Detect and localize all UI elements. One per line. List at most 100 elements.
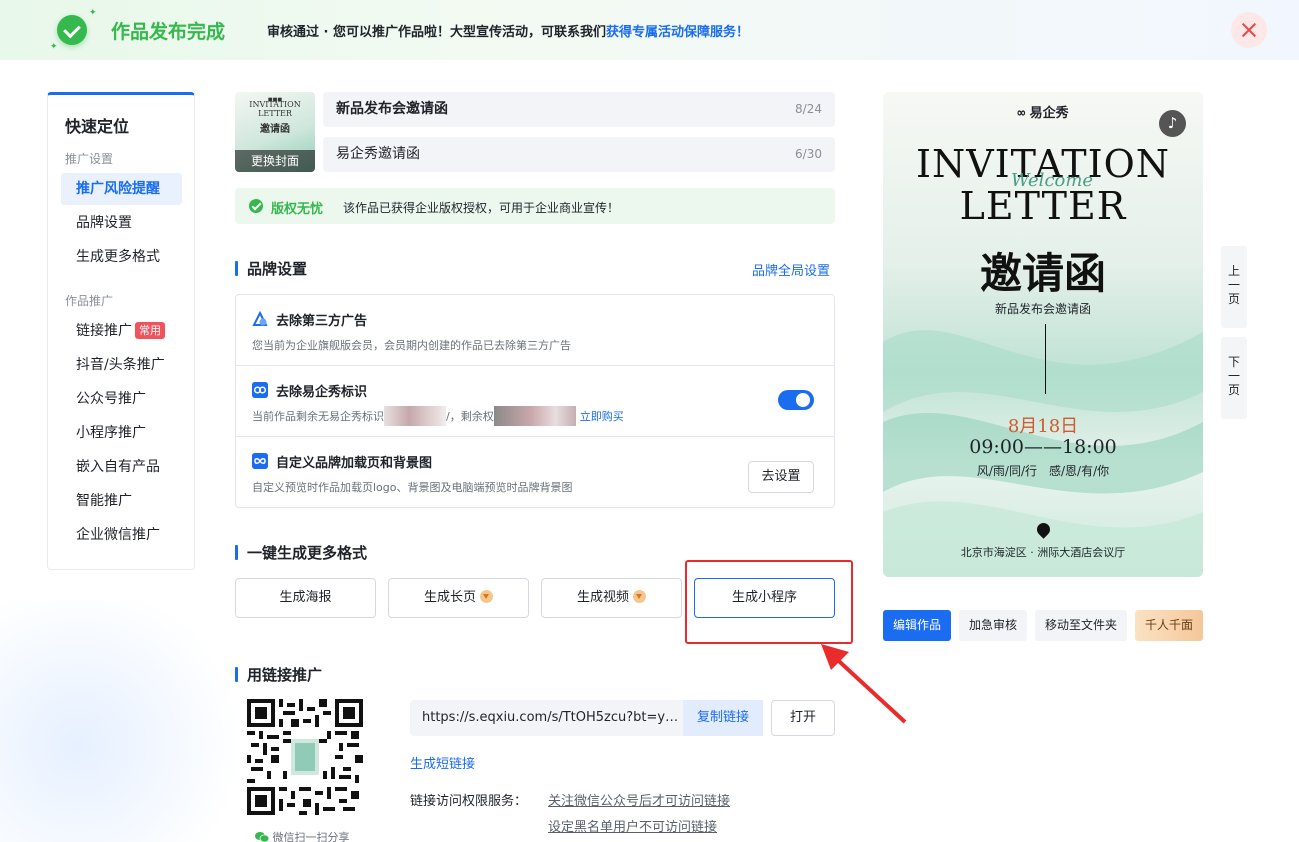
prev-char: 一 bbox=[1227, 278, 1240, 292]
preview-cn-title: 邀请函 bbox=[979, 249, 1106, 298]
generate-poster-button[interactable]: 生成海报 bbox=[235, 578, 376, 618]
redacted-block bbox=[384, 406, 446, 426]
common-tag-badge: 常用 bbox=[135, 322, 165, 339]
sidebar-item-embed[interactable]: 嵌入自有产品 bbox=[61, 451, 182, 483]
publish-success-banner: ✦ ✦ 作品发布完成 审核通过 · 您可以推广作品啦！大型宣传活动，可联系我们获… bbox=[0, 0, 1299, 60]
generate-short-link[interactable]: 生成短链接 bbox=[410, 753, 475, 772]
ad-block-icon bbox=[252, 311, 268, 327]
sidebar-title: 快速定位 bbox=[65, 117, 130, 136]
eqxiu-logo-icon: ∞ bbox=[1017, 106, 1026, 121]
sidebar-group-label: 推广设置 bbox=[65, 152, 114, 166]
link-promo-section-title: 用链接推广 bbox=[235, 664, 322, 685]
preview-words: 风/雨/同/行 感/恩/有/你 bbox=[976, 464, 1110, 478]
buy-now-link[interactable]: 立即购买 bbox=[580, 410, 624, 423]
success-check-icon bbox=[57, 15, 87, 45]
work-title-value: 新品发布会邀请函 bbox=[336, 101, 448, 117]
open-link-button[interactable]: 打开 bbox=[771, 700, 835, 736]
logo-mark-icon bbox=[252, 382, 268, 398]
blacklist-permission-link[interactable]: 设定黑名单用户不可访问链接 bbox=[548, 816, 717, 835]
preview-date: 8月18日 bbox=[1007, 416, 1079, 437]
generate-video-label: 生成视频 bbox=[576, 590, 629, 605]
next-char: 下 bbox=[1227, 355, 1240, 369]
sparkle-icon: ✦ bbox=[89, 8, 97, 18]
share-url-value: https://s.eqxiu.com/s/TtOH5zcu?bt=yxy&ei… bbox=[422, 710, 680, 725]
remove-logo-row: 去除易企秀标识 当前作品剩余无易企秀标识 /，剩余权 立即购买 bbox=[236, 366, 834, 437]
share-url-field[interactable]: https://s.eqxiu.com/s/TtOH5zcu?bt=yxy&ei… bbox=[410, 700, 763, 736]
sidebar-item-douyin[interactable]: 抖音/头条推广 bbox=[61, 349, 182, 381]
preview-logo-text: 易企秀 bbox=[1029, 106, 1069, 121]
copyright-title: 版权无忧 bbox=[271, 202, 324, 217]
remove-ads-title: 去除第三方广告 bbox=[276, 314, 368, 329]
work-desc-input[interactable]: 易企秀邀请函 6/30 bbox=[323, 137, 835, 172]
vip-diamond-icon bbox=[633, 590, 646, 603]
copyright-notice: 版权无忧 该作品已获得企业版权授权，可用于企业商业宣传！ bbox=[235, 188, 835, 224]
follow-wechat-permission-link[interactable]: 关注微信公众号后才可访问链接 bbox=[548, 790, 730, 809]
prev-page-button[interactable]: 上一页 bbox=[1221, 246, 1247, 328]
next-char: 页 bbox=[1227, 383, 1240, 397]
preview-time: 09:00——18:00 bbox=[969, 436, 1117, 458]
cover-title-1: INVITATION bbox=[249, 100, 301, 109]
sidebar-item-wechat-official[interactable]: 公众号推广 bbox=[61, 383, 182, 415]
sidebar-item-formats[interactable]: 生成更多格式 bbox=[61, 241, 182, 273]
personalize-button[interactable]: 千人千面 bbox=[1135, 610, 1203, 641]
remove-logo-desc-a: 当前作品剩余无易企秀标识 bbox=[252, 410, 384, 423]
preview-title-line2: LETTER bbox=[959, 184, 1127, 228]
work-preview[interactable]: ∞ 易企秀 ♪ INVITATION Welcome LETTER 邀请函 新品… bbox=[883, 92, 1203, 577]
preview-address: 北京市海淀区 · 洲际大酒店会议厅 bbox=[960, 546, 1126, 559]
next-page-button[interactable]: 下一页 bbox=[1221, 337, 1247, 419]
custom-loading-desc: 自定义预览时作品加载页logo、背景图及电脑端预览时品牌背景图 bbox=[252, 481, 573, 494]
cover-thumbnail[interactable]: ■■■ INVITATION LETTER 邀请函 更换封面 bbox=[235, 92, 315, 172]
remove-logo-title: 去除易企秀标识 bbox=[276, 385, 368, 400]
expedite-review-button[interactable]: 加急审核 bbox=[959, 610, 1027, 641]
sidebar-item-link-promo[interactable]: 链接推广 常用 bbox=[61, 315, 182, 347]
close-icon[interactable] bbox=[1231, 12, 1267, 48]
remove-logo-toggle[interactable] bbox=[778, 390, 814, 410]
go-setup-button[interactable]: 去设置 bbox=[748, 461, 814, 493]
copyright-text: 该作品已获得企业版权授权，可用于企业商业宣传！ bbox=[343, 201, 620, 215]
change-cover-button[interactable]: 更换封面 bbox=[235, 150, 315, 172]
check-circle-icon bbox=[249, 199, 263, 213]
custom-loading-row: 自定义品牌加载页和背景图 自定义预览时作品加载页logo、背景图及电脑端预览时品… bbox=[236, 437, 834, 508]
preview-divider bbox=[1045, 324, 1046, 394]
wechat-icon bbox=[255, 832, 269, 842]
title-char-count: 8/24 bbox=[795, 102, 822, 116]
sidebar-item-smart[interactable]: 智能推广 bbox=[61, 485, 182, 517]
sidebar-item-brand[interactable]: 品牌设置 bbox=[61, 207, 182, 239]
brand-settings-box: 去除第三方广告 您当前为企业旗舰版会员，会员期内创建的作品已去除第三方广告 去除… bbox=[235, 294, 835, 508]
edit-work-button[interactable]: 编辑作品 bbox=[883, 610, 951, 641]
cover-title-2: LETTER bbox=[258, 109, 292, 118]
remove-logo-desc: 当前作品剩余无易企秀标识 /，剩余权 立即购买 bbox=[252, 406, 624, 426]
sidebar-item-wecom[interactable]: 企业微信推广 bbox=[61, 519, 182, 551]
preview-subtitle: 新品发布会邀请函 bbox=[994, 302, 1091, 316]
qr-code bbox=[247, 699, 363, 815]
banner-message: 审核通过 · 您可以推广作品啦！大型宣传活动，可联系我们获得专属活动保障服务！ bbox=[267, 21, 749, 40]
sidebar-item-mini-program[interactable]: 小程序推广 bbox=[61, 417, 182, 449]
copy-link-button[interactable]: 复制链接 bbox=[683, 700, 763, 736]
generate-longpage-button[interactable]: 生成长页 bbox=[388, 578, 529, 618]
loop-icon bbox=[252, 453, 268, 469]
sidebar-item-label: 链接推广 bbox=[76, 323, 132, 339]
work-title-input[interactable]: 新品发布会邀请函 8/24 bbox=[323, 92, 835, 127]
banner-title: 作品发布完成 bbox=[111, 21, 226, 43]
brand-global-settings-link[interactable]: 品牌全局设置 bbox=[752, 260, 830, 279]
generate-longpage-label: 生成长页 bbox=[423, 590, 476, 605]
sidebar-group-label: 作品推广 bbox=[65, 294, 114, 308]
move-to-folder-button[interactable]: 移动至文件夹 bbox=[1035, 610, 1127, 641]
banner-message-text: 审核通过 · 您可以推广作品啦！大型宣传活动，可联系我们 bbox=[267, 25, 606, 40]
vip-diamond-icon bbox=[480, 590, 493, 603]
prev-char: 页 bbox=[1227, 292, 1240, 306]
highlight-box bbox=[685, 560, 853, 644]
qr-share-caption: 微信扫一扫分享 bbox=[255, 829, 350, 842]
generate-video-button[interactable]: 生成视频 bbox=[541, 578, 682, 618]
preview-logo: ∞ 易企秀 bbox=[883, 102, 1203, 121]
cover-title-3: 邀请函 bbox=[260, 124, 290, 135]
brand-section-title: 品牌设置 bbox=[235, 258, 307, 279]
music-icon[interactable]: ♪ bbox=[1159, 110, 1186, 137]
prev-char: 上 bbox=[1227, 264, 1240, 278]
sidebar-item-risk-alert[interactable]: 推广风险提醒 bbox=[61, 173, 182, 205]
activity-service-link[interactable]: 获得专属活动保障服务！ bbox=[606, 25, 749, 40]
remove-ads-row: 去除第三方广告 您当前为企业旗舰版会员，会员期内创建的作品已去除第三方广告 bbox=[236, 295, 834, 366]
remove-logo-desc-b: /，剩余权 bbox=[446, 410, 494, 423]
background-glow bbox=[0, 600, 260, 842]
permission-label: 链接访问权限服务： bbox=[410, 794, 528, 809]
